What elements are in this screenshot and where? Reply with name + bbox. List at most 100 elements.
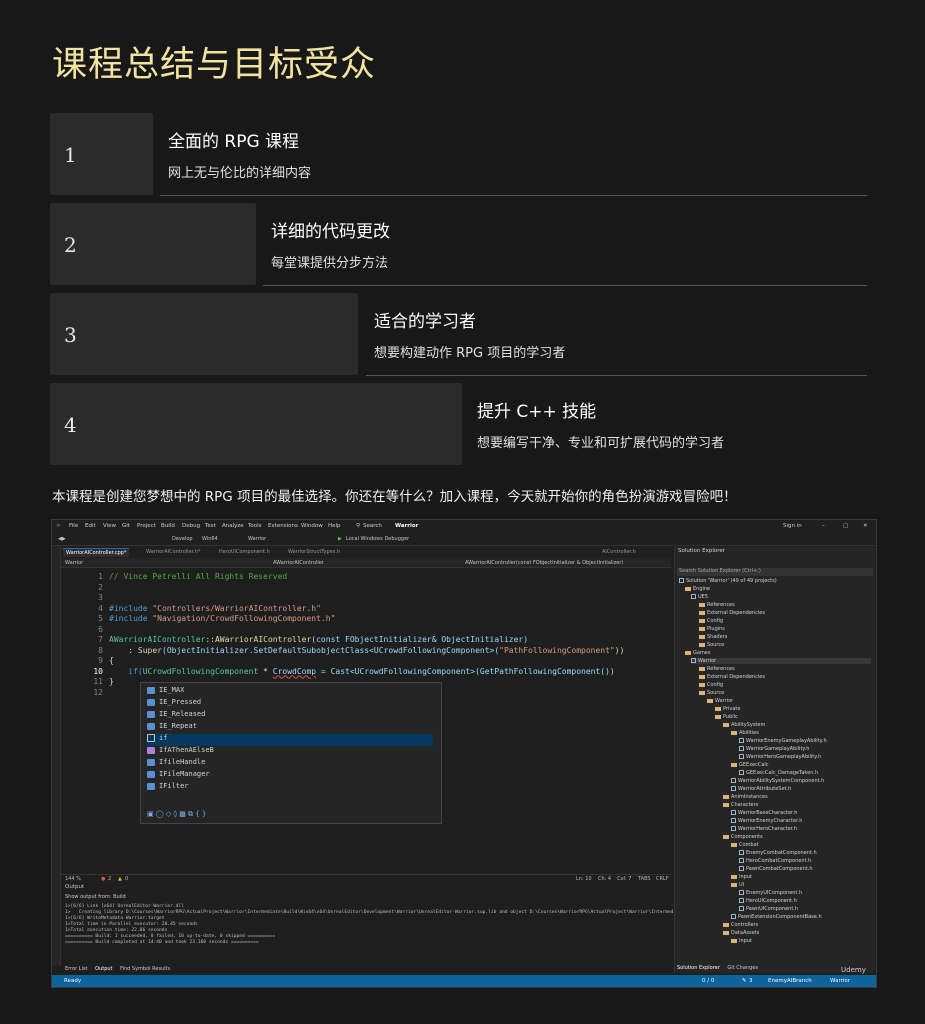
close-icon[interactable]: ✕ bbox=[863, 523, 868, 529]
code-editor[interactable]: 1 2 3 4 5 6 7 8 9 10 11 12 // Vince Petr… bbox=[61, 568, 667, 873]
tree-folder[interactable]: GEExecCalc bbox=[731, 762, 769, 768]
debugger-button[interactable]: Local Windows Debugger bbox=[346, 536, 409, 542]
menu-analyze[interactable]: Analyze bbox=[222, 523, 244, 529]
solution-search-input[interactable]: Search Solution Explorer (Ctrl+;) bbox=[677, 568, 873, 576]
tree-folder[interactable]: Public bbox=[715, 714, 738, 720]
tree-file[interactable]: PawnUIComponent.h bbox=[739, 906, 798, 912]
config-dropdown[interactable]: Develop bbox=[172, 536, 193, 542]
tree-file[interactable]: PawnExtensionComponentBase.h bbox=[731, 914, 822, 920]
tree-file[interactable]: GEExecCalc_DamageTaken.h bbox=[739, 770, 818, 776]
menu-debug[interactable]: Debug bbox=[182, 523, 200, 529]
tab-output[interactable]: Output bbox=[95, 966, 112, 972]
tree-item[interactable]: External Dependencies bbox=[699, 610, 765, 616]
tree-folder[interactable]: Components bbox=[723, 834, 763, 840]
tree-folder[interactable]: Config bbox=[699, 682, 723, 688]
menu-git[interactable]: Git bbox=[122, 523, 130, 529]
tree-file[interactable]: WarriorAttributeSet.h bbox=[731, 786, 791, 792]
tree-folder[interactable]: Source bbox=[699, 642, 724, 648]
tab-ai-controller[interactable]: AIController.h bbox=[599, 548, 639, 556]
tree-folder[interactable]: Warrior bbox=[707, 698, 733, 704]
nav-member-dropdown[interactable]: AWarriorAIController(const FObjectInitia… bbox=[465, 560, 623, 566]
status-changes[interactable]: 3 bbox=[749, 978, 753, 984]
tree-folder[interactable]: Shaders bbox=[699, 634, 727, 640]
tree-file[interactable]: HeroUIComponent.h bbox=[739, 898, 797, 904]
tree-folder[interactable]: AbilitySystem bbox=[723, 722, 765, 728]
nav-back-icon[interactable]: ◀▶ bbox=[58, 536, 66, 542]
tree-folder[interactable]: Engine bbox=[685, 586, 710, 592]
tab-git-changes[interactable]: Git Changes bbox=[727, 965, 758, 971]
play-icon[interactable]: ▶ bbox=[338, 536, 342, 542]
menu-window[interactable]: Window bbox=[301, 523, 323, 529]
menu-file[interactable]: File bbox=[69, 523, 78, 529]
nav-class-dropdown[interactable]: AWarriorAIController bbox=[273, 560, 324, 566]
search-button[interactable]: Search bbox=[363, 523, 382, 529]
tree-folder[interactable]: Characters bbox=[723, 802, 758, 808]
menu-tools[interactable]: Tools bbox=[248, 523, 262, 529]
tree-folder[interactable]: Source bbox=[699, 690, 724, 696]
tab-warrior-ai-controller-h[interactable]: WarriorAIController.h* bbox=[143, 548, 204, 556]
tree-folder[interactable]: DataAssets bbox=[723, 930, 759, 936]
minimize-icon[interactable]: – bbox=[822, 523, 825, 529]
tree-folder[interactable]: Private bbox=[715, 706, 740, 712]
autocomplete-item[interactable]: IFilter bbox=[147, 782, 189, 794]
tree-folder[interactable]: Controllers bbox=[723, 922, 758, 928]
tab-warrior-ai-controller-cpp[interactable]: WarriorAIController.cpp* bbox=[63, 548, 130, 557]
tree-item[interactable]: References bbox=[699, 666, 735, 672]
tree-folder[interactable]: Input bbox=[731, 938, 752, 944]
menu-extensions[interactable]: Extensions bbox=[268, 523, 298, 529]
tree-file[interactable]: WarriorHeroCharacter.h bbox=[731, 826, 797, 832]
tree-project[interactable]: UE5 bbox=[691, 594, 708, 600]
menu-build[interactable]: Build bbox=[161, 523, 175, 529]
tree-folder[interactable]: AnimInstances bbox=[723, 794, 768, 800]
nav-project-dropdown[interactable]: Warrior bbox=[65, 560, 83, 566]
menu-project[interactable]: Project bbox=[137, 523, 156, 529]
tab-error-list[interactable]: Error List bbox=[65, 966, 88, 972]
autocomplete-item-selected[interactable]: if bbox=[147, 734, 433, 746]
tab-solution-explorer[interactable]: Solution Explorer bbox=[677, 965, 720, 971]
tree-file[interactable]: WarriorEnemyCharacter.h bbox=[731, 818, 802, 824]
tree-file[interactable]: EnemyUIComponent.h bbox=[739, 890, 802, 896]
tree-file[interactable]: WarriorHeroGameplayAbility.h bbox=[739, 754, 821, 760]
filter-icons[interactable]: ▣ ◯ ◇ ◊ ▩ ⧉ { } bbox=[147, 810, 206, 819]
autocomplete-item[interactable]: IfileHandle bbox=[147, 758, 205, 770]
warning-count[interactable]: 0 bbox=[125, 876, 128, 882]
autocomplete-item[interactable]: IE_MAX bbox=[147, 686, 184, 698]
menu-help[interactable]: Help bbox=[328, 523, 341, 529]
tree-project-selected[interactable]: Warrior bbox=[691, 658, 871, 664]
project-dropdown[interactable]: Warrior bbox=[248, 536, 266, 542]
tree-folder[interactable]: UI bbox=[731, 882, 744, 888]
autocomplete-item[interactable]: IfAThenAElseB bbox=[147, 746, 214, 758]
tab-warrior-struct-types[interactable]: WarriorStructTypes.h bbox=[285, 548, 343, 556]
branch-button[interactable]: EnemyAIBranch bbox=[768, 978, 812, 984]
tree-file[interactable]: PawnCombatComponent.h bbox=[739, 866, 813, 872]
platform-dropdown[interactable]: Win64 bbox=[202, 536, 218, 542]
autocomplete-popup[interactable]: IE_MAX IE_Pressed IE_Released IE_Repeat … bbox=[140, 682, 442, 824]
tree-folder[interactable]: Input bbox=[731, 874, 752, 880]
tab-hero-ui-component[interactable]: HeroUIComponent.h bbox=[216, 548, 273, 556]
tree-folder[interactable]: Combat bbox=[731, 842, 759, 848]
tree-folder[interactable]: Config bbox=[699, 618, 723, 624]
tree-file[interactable]: WarriorGameplayAbility.h bbox=[739, 746, 809, 752]
tree-file[interactable]: WarriorAbilitySystemComponent.h bbox=[731, 778, 824, 784]
tree-item-solution[interactable]: Solution 'Warrior' (49 of 49 projects) bbox=[679, 578, 777, 584]
tree-folder[interactable]: Games bbox=[685, 650, 711, 656]
autocomplete-item[interactable]: IE_Repeat bbox=[147, 722, 197, 734]
status-position[interactable]: 0 / 0 bbox=[702, 978, 714, 984]
autocomplete-item[interactable]: IFileManager bbox=[147, 770, 210, 782]
tree-file[interactable]: EnemyCombatComponent.h bbox=[739, 850, 817, 856]
autocomplete-item[interactable]: IE_Pressed bbox=[147, 698, 201, 710]
zoom-level[interactable]: 144 % bbox=[65, 876, 81, 882]
menu-edit[interactable]: Edit bbox=[85, 523, 96, 529]
tree-file[interactable]: WarriorEnemyGameplayAbility.h bbox=[739, 738, 827, 744]
tree-file[interactable]: HeroCombatComponent.h bbox=[739, 858, 811, 864]
output-source-dropdown[interactable]: Build bbox=[113, 894, 126, 900]
tree-folder[interactable]: Abilities bbox=[731, 730, 759, 736]
menu-test[interactable]: Test bbox=[205, 523, 216, 529]
tab-find-symbol-results[interactable]: Find Symbol Results bbox=[120, 966, 170, 972]
tree-item[interactable]: References bbox=[699, 602, 735, 608]
error-count[interactable]: 2 bbox=[108, 876, 111, 882]
sign-in-link[interactable]: Sign in bbox=[783, 523, 802, 529]
tree-file[interactable]: WarriorBaseCharacter.h bbox=[731, 810, 797, 816]
tree-folder[interactable]: Plugins bbox=[699, 626, 725, 632]
tree-item[interactable]: External Dependencies bbox=[699, 674, 765, 680]
